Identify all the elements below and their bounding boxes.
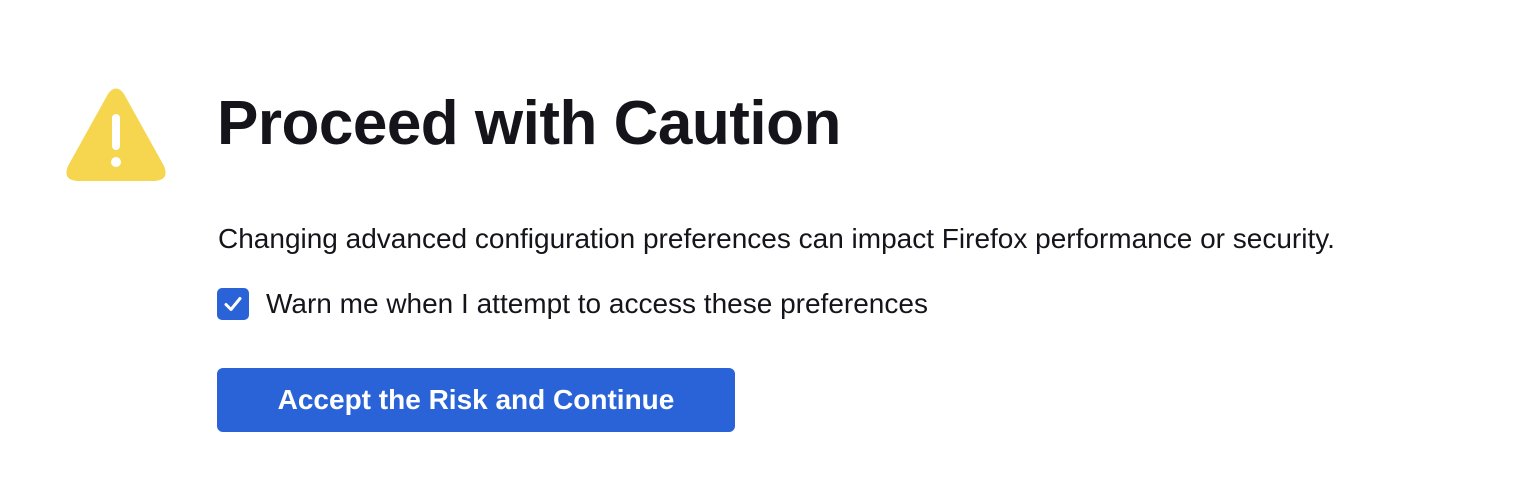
- checkmark-icon: [224, 297, 242, 311]
- warn-checkbox[interactable]: [217, 288, 249, 320]
- accept-risk-button[interactable]: Accept the Risk and Continue: [217, 368, 735, 432]
- warn-preference-checkbox-row[interactable]: Warn me when I attempt to access these p…: [217, 287, 928, 321]
- page-title: Proceed with Caution: [217, 89, 841, 158]
- warn-checkbox-label: Warn me when I attempt to access these p…: [266, 288, 928, 319]
- about-config-warning-page: Proceed with Caution Changing advanced c…: [0, 0, 1528, 492]
- warning-description: Changing advanced configuration preferen…: [218, 223, 1335, 254]
- warning-triangle-icon: [64, 86, 168, 184]
